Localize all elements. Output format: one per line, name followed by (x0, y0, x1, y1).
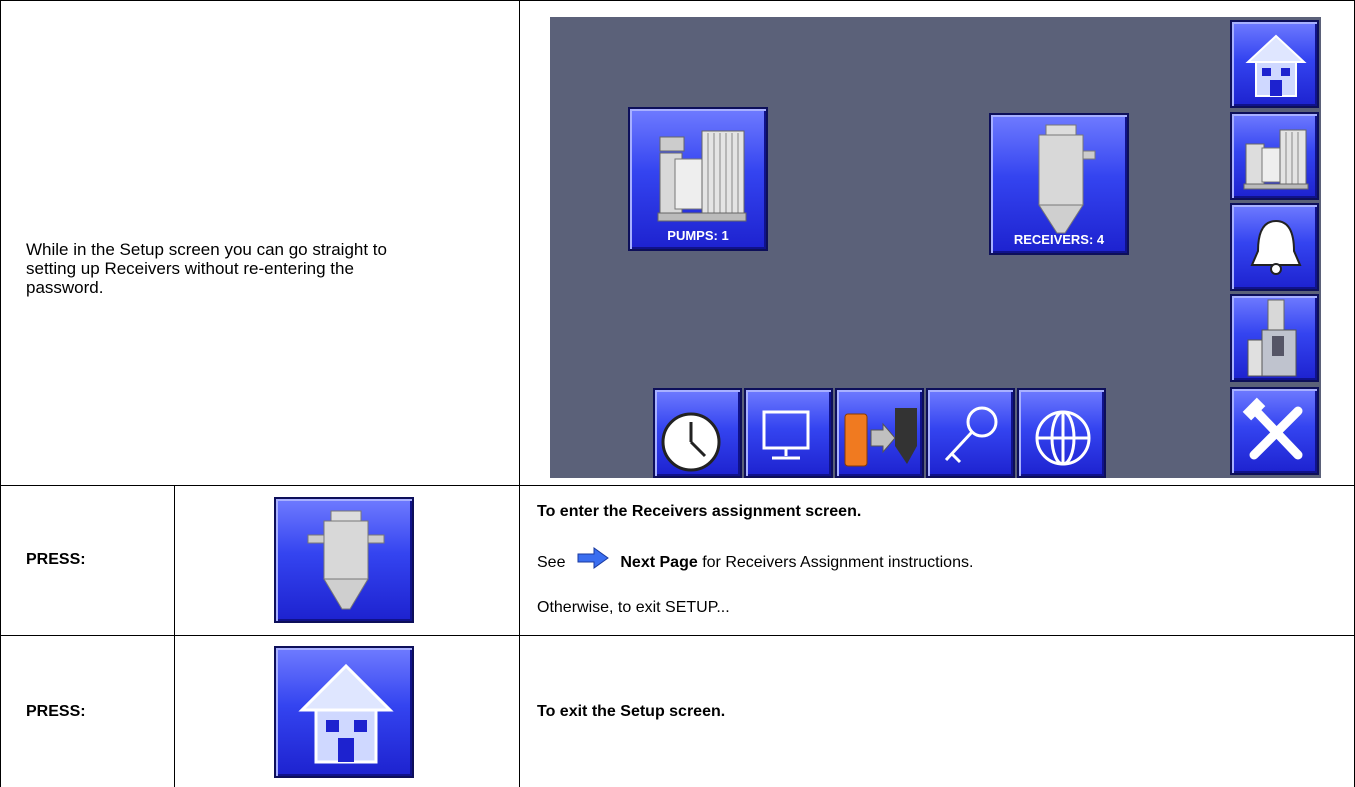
home-button[interactable] (1230, 20, 1319, 108)
key-icon (944, 406, 998, 464)
row1-heading: To enter the Receivers assignment screen… (537, 503, 862, 520)
setup-screen-screenshot: PUMPS: 1 RECEIVERS: 4 (550, 17, 1321, 478)
row2-heading: To exit the Setup screen. (537, 703, 726, 720)
next-page-link[interactable]: Next Page (620, 554, 697, 571)
language-button[interactable] (1017, 388, 1106, 478)
receivers-button-example (274, 497, 414, 623)
intro-line-2: setting up Receivers without re-entering… (26, 259, 354, 278)
pump-icon (1243, 129, 1309, 190)
table-border-top (0, 0, 1355, 1)
table-divider-press (174, 485, 175, 787)
alarm-button[interactable] (1230, 203, 1319, 291)
pumps-label: PUMPS: 1 (667, 228, 729, 243)
press-label-1: PRESS: (26, 551, 86, 568)
globe-icon (1035, 410, 1091, 466)
receiver-icon (307, 510, 385, 610)
monitor-button[interactable] (744, 388, 833, 478)
clock-button[interactable] (653, 388, 742, 478)
clock-icon (661, 412, 721, 472)
next-page-arrow-icon (577, 547, 609, 569)
intro-text: While in the Setup screen you can go str… (26, 240, 506, 297)
usb-transfer-icon (844, 408, 917, 467)
key-button[interactable] (926, 388, 1015, 478)
home-button-example (274, 646, 414, 778)
see-suffix: for Receivers Assignment instructions. (702, 554, 974, 571)
monitor-icon (762, 410, 810, 460)
intro-line-1: While in the Setup screen you can go str… (26, 240, 387, 259)
see-next-page-line: See Next Page for Receivers Assignment i… (537, 546, 973, 572)
pumps-button[interactable]: PUMPS: 1 (628, 107, 768, 251)
receivers-label: RECEIVERS: 4 (1013, 232, 1105, 247)
receiver-station-button[interactable] (1230, 294, 1319, 382)
alarm-bell-icon (1250, 219, 1302, 275)
home-icon (298, 663, 394, 764)
tools-button[interactable] (1230, 387, 1319, 475)
table-divider-main (519, 0, 520, 787)
usb-transfer-button[interactable] (835, 388, 924, 478)
table-border-left (0, 0, 1, 787)
table-row-divider-1 (0, 485, 1355, 486)
pump-side-button[interactable] (1230, 112, 1319, 200)
intro-line-3: password. (26, 278, 104, 297)
see-prefix: See (537, 554, 566, 571)
receiver-station-icon (1247, 299, 1297, 377)
home-icon (1245, 34, 1307, 97)
tools-icon (1242, 397, 1303, 460)
otherwise-text: Otherwise, to exit SETUP... (537, 599, 730, 616)
press-label-2: PRESS: (26, 703, 86, 720)
receivers-button[interactable]: RECEIVERS: 4 (989, 113, 1129, 255)
table-row-divider-2 (0, 635, 1355, 636)
